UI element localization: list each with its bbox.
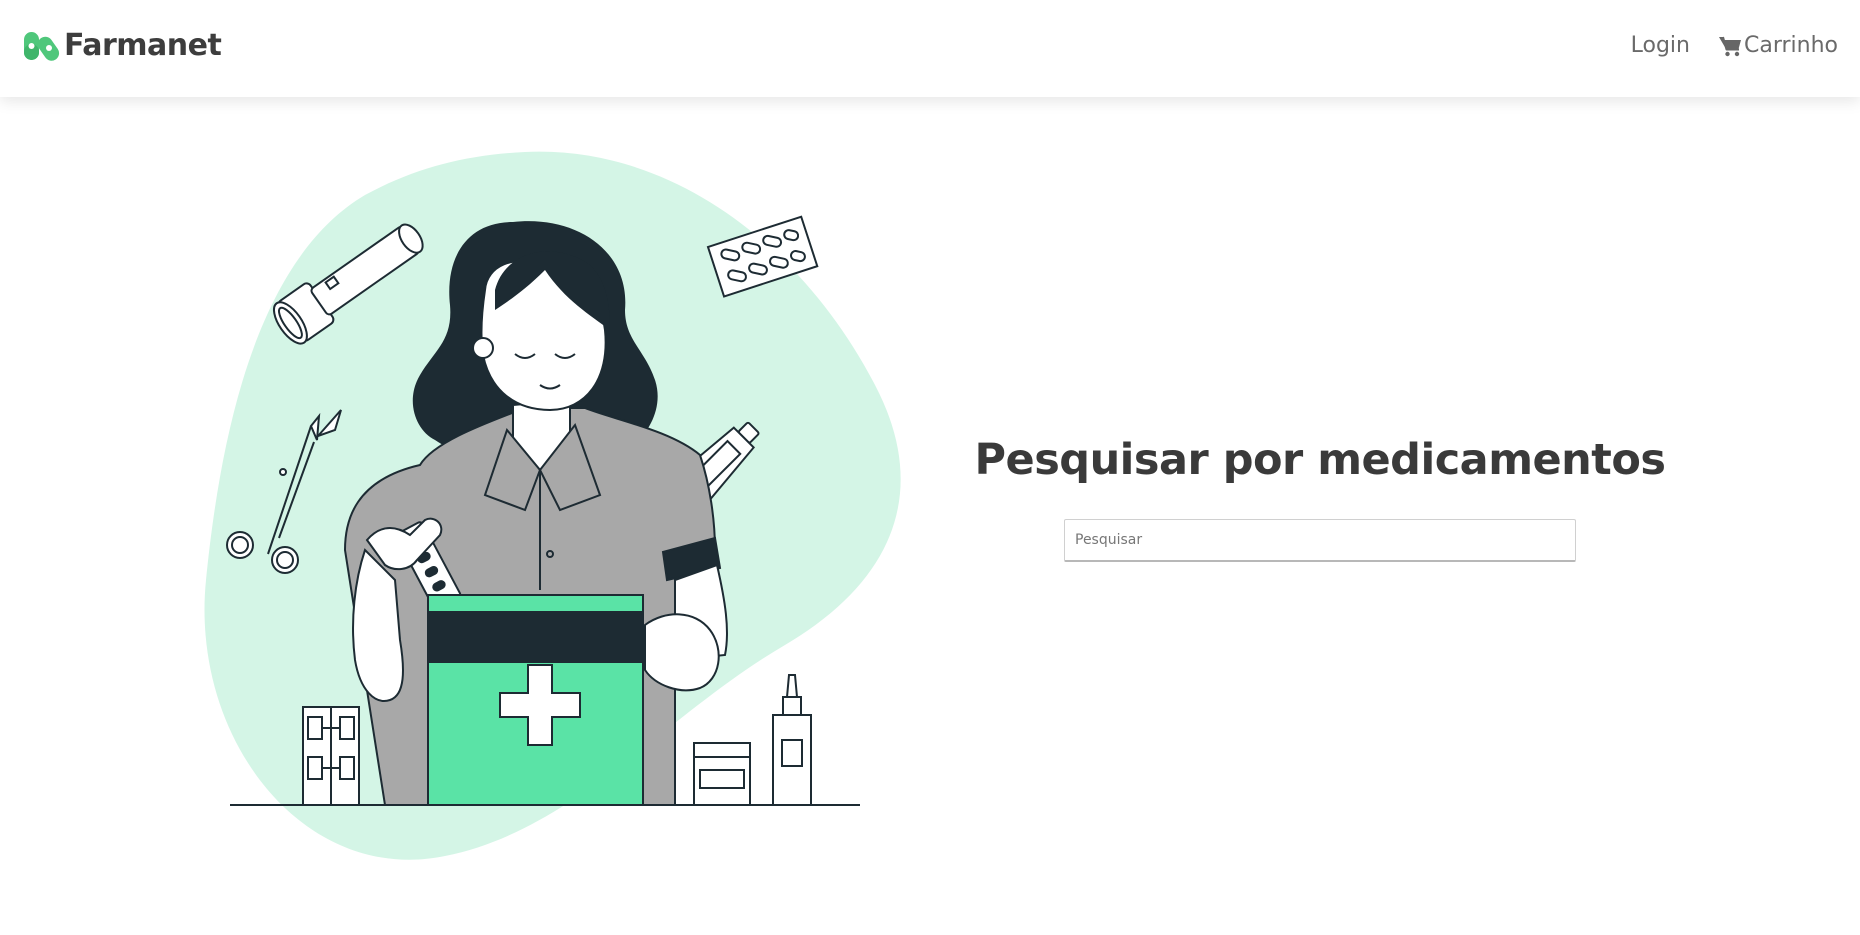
login-link[interactable]: Login bbox=[1631, 33, 1690, 58]
login-label: Login bbox=[1630, 33, 1690, 58]
brand-home-link[interactable]: Farmanet bbox=[22, 28, 222, 63]
pharmacist-illustration bbox=[204, 151, 901, 860]
ear bbox=[472, 337, 494, 359]
cream-jar-icon bbox=[693, 742, 751, 806]
top-navbar: Farmanet Login Carrinho bbox=[0, 0, 1860, 97]
dropper-bottle-icon bbox=[772, 674, 812, 806]
right-hand bbox=[644, 613, 720, 692]
cart-link[interactable]: Carrinho bbox=[1718, 33, 1838, 58]
bandage-box-icon bbox=[302, 706, 360, 806]
brand-name: Farmanet bbox=[64, 28, 222, 63]
shopping-cart-icon bbox=[1718, 36, 1741, 56]
first-aid-kit-icon bbox=[427, 594, 644, 806]
capsule-logo-icon bbox=[24, 31, 60, 61]
nav-links: Login Carrinho bbox=[1631, 33, 1838, 58]
cart-label: Carrinho bbox=[1743, 33, 1838, 58]
search-section: Pesquisar por medicamentos bbox=[960, 435, 1680, 562]
search-title: Pesquisar por medicamentos bbox=[974, 435, 1666, 485]
search-input[interactable] bbox=[1064, 519, 1576, 562]
